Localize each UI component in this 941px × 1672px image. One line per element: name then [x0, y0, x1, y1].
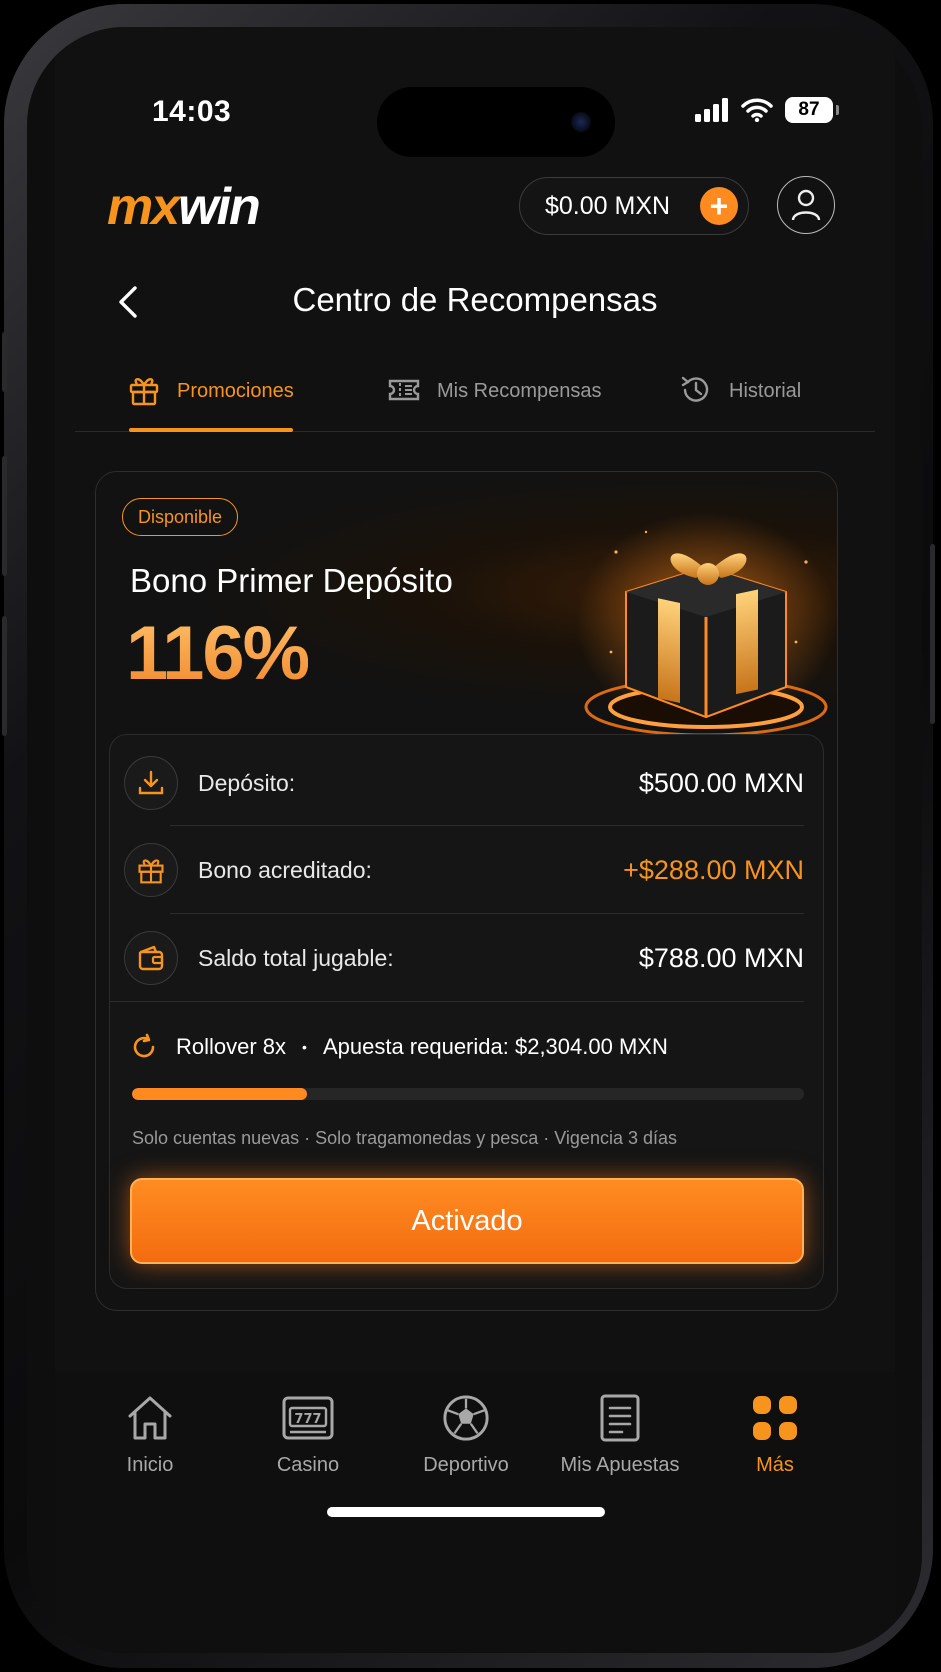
power-button [930, 544, 935, 724]
row-label: Saldo total jugable: [198, 944, 394, 971]
row-value: +$288.00 MXN [623, 854, 804, 885]
promo-title: Bono Primer Depósito [130, 562, 453, 599]
tab-label: Mis Recompensas [437, 380, 602, 402]
tab-historial[interactable]: Historial [679, 367, 801, 431]
rollover-progress [132, 1088, 804, 1100]
nav-label: Deportivo [423, 1454, 509, 1476]
row-value: $788.00 MXN [638, 942, 804, 973]
status-time: 14:03 [152, 95, 232, 128]
refresh-icon [133, 1033, 155, 1058]
conditions-text: Solo cuentas nuevas · Solo tragamonedas … [132, 1128, 678, 1148]
phone-frame: 14:03 87 mxwin $0.00 MXN + Centro de Rec… [2, 4, 935, 1668]
nav-mis-apuestas[interactable]: Mis Apuestas [545, 1394, 695, 1477]
volume-down-button [2, 616, 7, 736]
balance-amount: $0.00 MXN [545, 191, 671, 220]
balance-pill[interactable]: $0.00 MXN + [519, 177, 749, 235]
home-indicator[interactable] [327, 1507, 605, 1517]
download-icon [124, 756, 178, 810]
active-tab-indicator [129, 428, 293, 432]
rollover-label: Rollover 8x [176, 1034, 287, 1059]
row-label: Bono acreditado: [198, 856, 372, 883]
nav-inicio[interactable]: Inicio [75, 1394, 225, 1477]
status-icons: 87 [695, 97, 839, 123]
gift-icon [129, 378, 159, 406]
gift-box-illustration [576, 512, 836, 737]
slot-machine-icon: 777 [282, 1396, 334, 1440]
playable-balance-row: Saldo total jugable: $788.00 MXN [124, 914, 804, 1002]
separator-dot: • [302, 1039, 307, 1055]
deposit-row: Depósito: $500.00 MXN [124, 739, 804, 827]
tab-label: Historial [729, 380, 802, 402]
home-icon [128, 1396, 172, 1440]
row-divider [110, 1001, 804, 1002]
tab-mis-recompensas[interactable]: Mis Recompensas [387, 367, 602, 431]
nav-deportivo[interactable]: Deportivo [391, 1394, 541, 1477]
screen: 14:03 87 mxwin $0.00 MXN + Centro de Rec… [27, 27, 922, 1653]
add-funds-button[interactable]: + [700, 187, 738, 225]
rollover-info: Rollover 8x • Apuesta requerida: $2,304.… [130, 1033, 668, 1061]
tab-promociones[interactable]: Promociones [127, 367, 294, 431]
nav-label: Mis Apuestas [560, 1454, 680, 1476]
wallet-icon [124, 931, 178, 985]
soccer-ball-icon [443, 1395, 489, 1441]
nav-mas[interactable]: Más [700, 1394, 850, 1477]
required-bet: Apuesta requerida: $2,304.00 MXN [322, 1034, 668, 1059]
ticket-icon [388, 379, 420, 401]
promo-percent: 116% [126, 611, 310, 696]
nav-label: Más [756, 1454, 794, 1476]
grid-icon [753, 1396, 797, 1440]
tab-label: Promociones [177, 380, 294, 402]
nav-label: Inicio [126, 1454, 174, 1476]
tab-bar: Promociones Mis Recompensas Historial [75, 367, 875, 432]
promo-hero: Disponible Bono Primer Depósito 116% [96, 472, 837, 737]
gift-icon [124, 843, 178, 897]
user-icon [791, 189, 821, 221]
dynamic-island [377, 87, 615, 157]
logo-mx: mx [107, 178, 180, 236]
progress-fill [132, 1088, 307, 1100]
row-value: $500.00 MXN [638, 767, 804, 798]
bonus-row: Bono acreditado: +$288.00 MXN [124, 826, 804, 914]
activate-button[interactable]: Activado [130, 1178, 804, 1264]
app-logo[interactable]: mxwin [107, 177, 261, 237]
volume-up-button [2, 456, 7, 576]
nav-label: Casino [276, 1454, 340, 1476]
profile-button[interactable] [777, 176, 835, 234]
battery-indicator: 87 [785, 97, 839, 123]
app-screen: 14:03 87 mxwin $0.00 MXN + Centro de Rec… [55, 27, 895, 1653]
signal-icon [695, 98, 728, 122]
action-button [2, 332, 7, 392]
svg-text:777: 777 [294, 1412, 321, 1427]
camera-icon [571, 112, 591, 132]
row-label: Depósito: [198, 769, 296, 796]
history-icon [681, 376, 709, 402]
nav-casino[interactable]: 777 Casino [233, 1394, 383, 1477]
bet-slip-icon [600, 1394, 640, 1442]
status-badge: Disponible [122, 498, 239, 536]
wifi-icon [741, 98, 773, 122]
logo-win: win [178, 178, 261, 236]
promo-details: Depósito: $500.00 MXN Bono acreditado: +… [109, 734, 824, 1289]
promo-card: Disponible Bono Primer Depósito 116% Dep… [95, 471, 838, 1311]
page-title: Centro de Recompensas [292, 281, 658, 318]
